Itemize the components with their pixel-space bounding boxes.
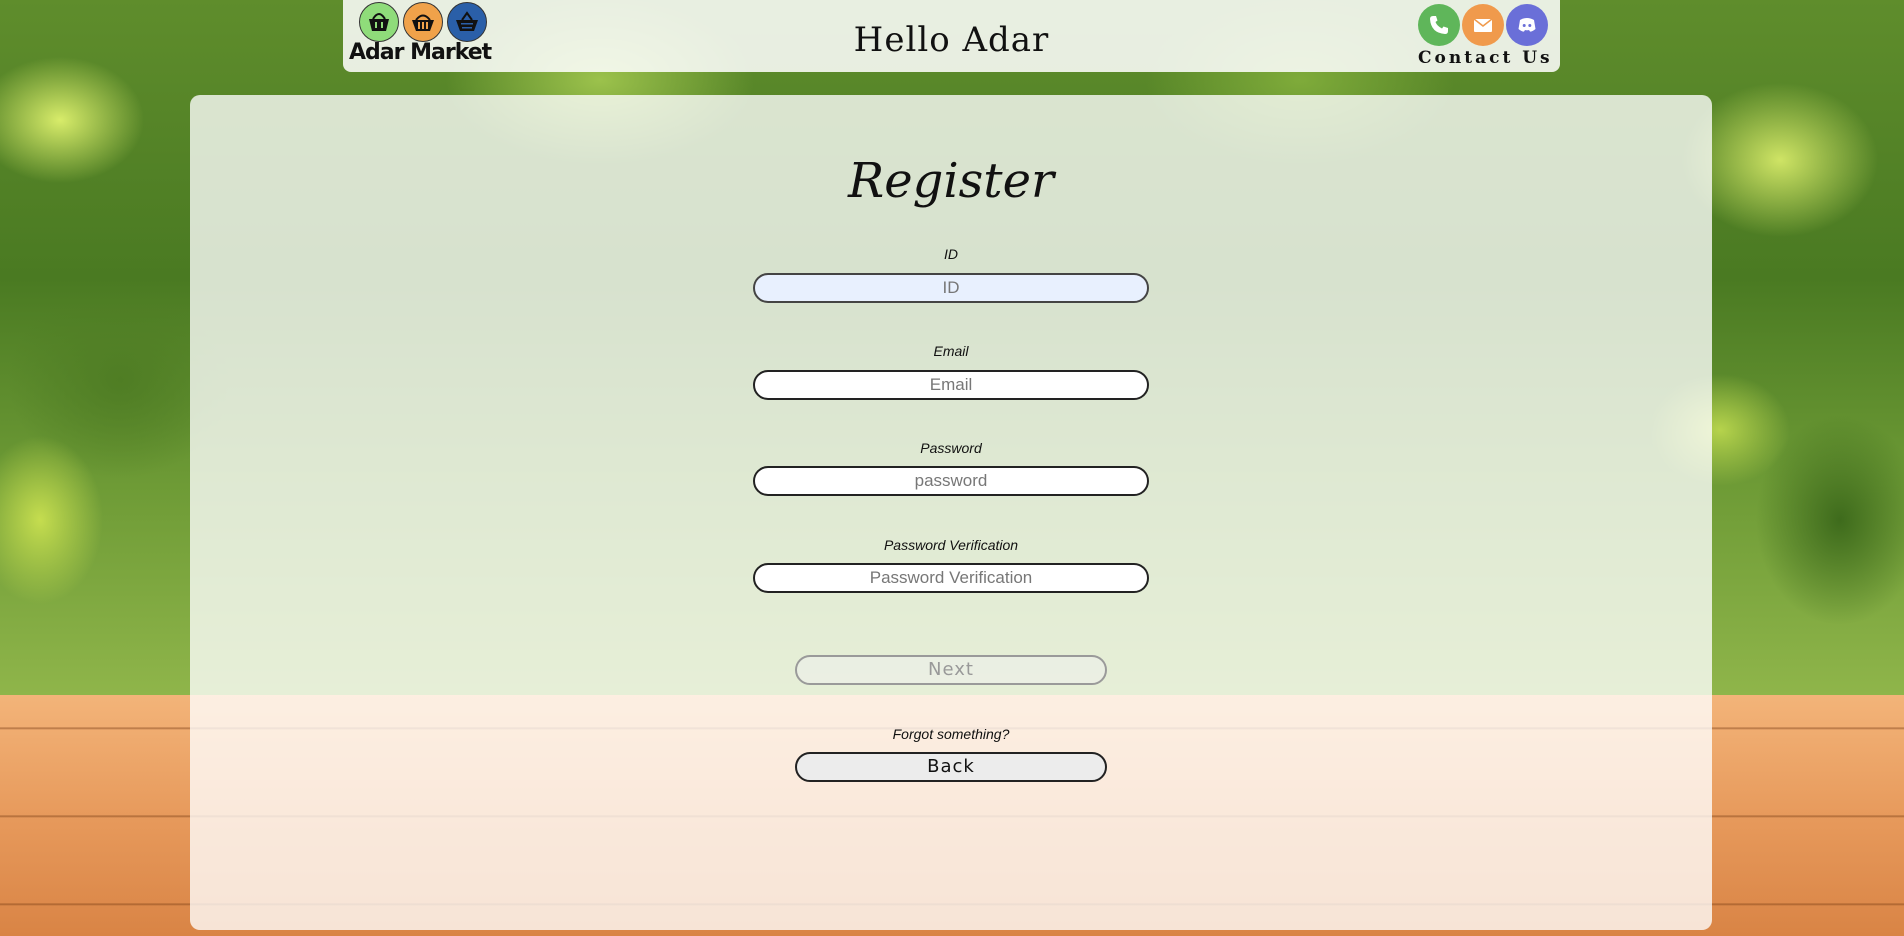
contact-us: Contact Us	[1418, 4, 1550, 68]
register-panel: Register ID Email Password Password Veri…	[190, 95, 1712, 930]
header-bar: Adar Market Hello Adar Contact Us	[343, 0, 1560, 72]
password-label: Password	[920, 440, 982, 456]
password-input[interactable]	[753, 466, 1149, 496]
page: Adar Market Hello Adar Contact Us Regist…	[0, 0, 1904, 936]
register-title: Register	[848, 153, 1054, 209]
password-verification-input[interactable]	[753, 563, 1149, 593]
discord-icon[interactable]	[1506, 4, 1548, 46]
greeting-title: Hello Adar	[853, 20, 1050, 60]
email-input[interactable]	[753, 370, 1149, 400]
mail-icon[interactable]	[1462, 4, 1504, 46]
back-button[interactable]: Back	[795, 752, 1107, 782]
id-label: ID	[944, 246, 958, 262]
id-input[interactable]	[753, 273, 1149, 303]
phone-icon[interactable]	[1418, 4, 1460, 46]
forgot-something-text: Forgot something?	[892, 726, 1010, 742]
next-button[interactable]: Next	[795, 655, 1107, 685]
password-verification-label: Password Verification	[883, 537, 1019, 553]
email-label: Email	[933, 343, 969, 359]
contact-us-label[interactable]: Contact Us	[1418, 48, 1550, 68]
